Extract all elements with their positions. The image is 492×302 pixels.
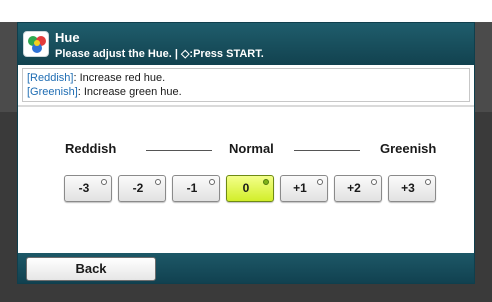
- scale-label-normal: Normal: [229, 141, 274, 156]
- hue-button-plus-3[interactable]: +3: [388, 175, 436, 202]
- hue-button-label: 0: [242, 181, 250, 195]
- info-line-greenish: [Greenish]: Increase green hue.: [27, 85, 465, 99]
- hue-button-label: -2: [132, 181, 144, 195]
- scale-label-reddish: Reddish: [65, 141, 117, 156]
- hue-button-label: -1: [186, 181, 198, 195]
- dialog-header: Hue Please adjust the Hue. | ◇:Press STA…: [18, 23, 474, 65]
- hue-button-row: -3 -2 -1 0 +1 +2 +3: [64, 175, 444, 203]
- info-line-reddish: [Reddish]: Increase red hue.: [27, 71, 465, 85]
- info-box: [Reddish]: Increase red hue. [Greenish]:…: [22, 68, 470, 102]
- top-border: [0, 0, 492, 22]
- indicator-dot-icon: [209, 179, 215, 185]
- indicator-dot-icon: [263, 179, 269, 185]
- info-text-reddish: : Increase red hue.: [73, 72, 166, 84]
- hue-button-label: +3: [401, 181, 415, 195]
- hue-button-label: +1: [293, 181, 307, 195]
- back-button[interactable]: Back: [26, 257, 156, 281]
- dialog-footer: Back: [18, 253, 474, 283]
- hue-button-label: -3: [78, 181, 90, 195]
- indicator-dot-icon: [155, 179, 161, 185]
- color-palette-icon: [23, 31, 49, 57]
- hue-button-plus-1[interactable]: +1: [280, 175, 328, 202]
- hue-button-minus-2[interactable]: -2: [118, 175, 166, 202]
- hue-dialog: Hue Please adjust the Hue. | ◇:Press STA…: [17, 22, 475, 284]
- hue-scale: Reddish Normal Greenish: [18, 141, 474, 161]
- page-subtitle: Please adjust the Hue. | ◇:Press START.: [55, 48, 264, 60]
- scale-line-right: [294, 150, 360, 151]
- divider: [18, 105, 474, 107]
- hue-button-plus-2[interactable]: +2: [334, 175, 382, 202]
- indicator-dot-icon: [371, 179, 377, 185]
- scale-line-left: [146, 150, 212, 151]
- info-text-greenish: : Increase green hue.: [77, 86, 182, 98]
- info-tag-greenish: [Greenish]: [27, 86, 78, 98]
- scale-label-greenish: Greenish: [380, 141, 437, 156]
- hue-button-minus-3[interactable]: -3: [64, 175, 112, 202]
- indicator-dot-icon: [317, 179, 323, 185]
- info-tag-reddish: [Reddish]: [27, 72, 74, 84]
- hue-button-label: +2: [347, 181, 361, 195]
- hue-button-minus-1[interactable]: -1: [172, 175, 220, 202]
- indicator-dot-icon: [425, 179, 431, 185]
- hue-button-zero[interactable]: 0: [226, 175, 274, 202]
- indicator-dot-icon: [101, 179, 107, 185]
- page-title: Hue: [55, 30, 80, 45]
